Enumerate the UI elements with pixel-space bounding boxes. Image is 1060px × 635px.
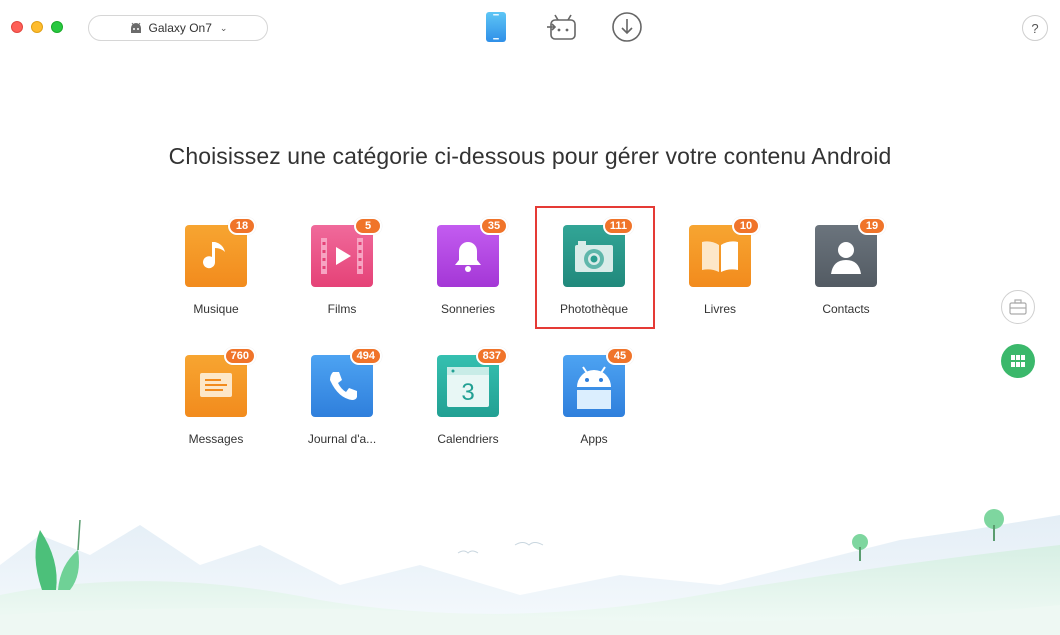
landscape-decoration [0,509,1060,635]
app-window: Galaxy On7 ⌄ ? Choisissez une catégorie … [0,0,1060,635]
category-calendriers[interactable]: 3 837 Calendriers [408,347,528,475]
page-title: Choisissez une catégorie ci-dessous pour… [168,143,892,169]
category-sonneries[interactable]: 35 Sonneries [408,217,528,345]
tab-downloader[interactable] [610,10,644,44]
count-badge: 494 [349,347,382,365]
device-selector[interactable]: Galaxy On7 ⌄ [88,15,268,41]
count-badge: 35 [480,217,508,235]
phone-call-icon: 494 [311,347,382,417]
android-apps-icon: 45 [563,347,634,417]
chevron-down-icon: ⌄ [219,22,228,33]
category-apps[interactable]: 45 Apps [534,347,654,475]
maximize-window-button[interactable] [51,21,63,33]
category-messages[interactable]: 760 Messages [156,347,276,475]
category-label: Photothèque [559,302,629,316]
toolbox-button[interactable] [1001,290,1035,324]
android-icon [130,22,141,33]
device-name: Galaxy On7 [148,21,212,35]
close-window-button[interactable] [11,21,23,33]
minimize-window-button[interactable] [31,21,43,33]
count-badge: 760 [223,347,256,365]
category-label: Journal d'a... [307,432,377,446]
category-musique[interactable]: 18 Musique [156,217,276,345]
category-label: Musique [193,302,239,316]
tab-android-mover[interactable] [545,10,579,44]
all-categories-button[interactable] [1001,344,1035,378]
contact-icon: 19 [815,217,886,287]
camera-icon: 111 [563,217,634,287]
phone-icon [486,12,506,42]
toolbox-icon [1009,299,1027,315]
category-films[interactable]: 5 Films [282,217,402,345]
category-phototheque[interactable]: 111 Photothèque [534,217,654,345]
category-livres[interactable]: 10 Livres [660,217,780,345]
calendar-icon: 3 837 [437,347,508,417]
android-transfer-icon [547,14,576,40]
download-icon [612,12,642,42]
count-badge: 19 [858,217,886,235]
bell-icon: 35 [437,217,508,287]
count-badge: 5 [354,217,382,235]
help-button[interactable]: ? [1022,15,1048,41]
category-contacts[interactable]: 19 Contacts [786,217,906,345]
category-label: Films [327,302,357,316]
grid-icon [1011,355,1025,367]
category-label: Messages [188,432,244,446]
message-icon: 760 [185,347,256,417]
calendar-day: 3 [461,379,474,406]
tab-device-manager[interactable] [479,10,513,44]
count-badge: 111 [602,217,634,235]
film-icon: 5 [311,217,382,287]
category-label: Calendriers [437,432,499,446]
music-note-icon: 18 [185,217,256,287]
category-journal-appels[interactable]: 494 Journal d'a... [282,347,402,475]
count-badge: 45 [606,347,634,365]
category-label: Sonneries [440,302,496,316]
count-badge: 18 [228,217,256,235]
count-badge: 10 [732,217,760,235]
category-label: Contacts [822,302,870,316]
book-icon: 10 [689,217,760,287]
category-label: Livres [703,302,736,316]
category-label: Apps [580,432,608,446]
window-controls [11,21,63,33]
count-badge: 837 [475,347,508,365]
